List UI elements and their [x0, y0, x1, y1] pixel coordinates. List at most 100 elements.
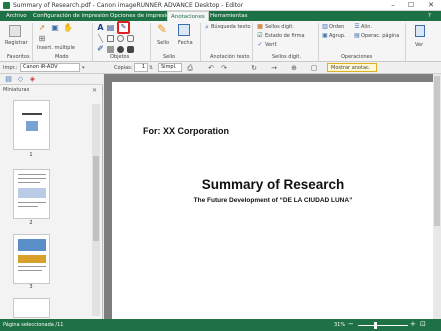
printer-label: Impr.: [3, 65, 18, 71]
window-icon[interactable]: ▢ [310, 64, 318, 72]
rounded-rectangle-icon[interactable] [127, 35, 134, 42]
separator [32, 23, 33, 61]
insert-multiple-button[interactable]: Insert. múltiple [37, 45, 75, 51]
order-icon[interactable]: ▥ [321, 23, 329, 31]
tab-anotaciones[interactable]: Anotaciones [167, 11, 209, 21]
thumbnail-number-1: 1 [29, 152, 33, 158]
ellipse-icon[interactable] [117, 35, 124, 42]
separator [200, 23, 201, 61]
thumbnail-page-1[interactable] [13, 100, 50, 150]
fit-page-icon[interactable]: ⊡ [420, 321, 426, 328]
annotations-tab-icon[interactable]: ◇ [16, 75, 25, 83]
agrup-button[interactable]: Agrup. [329, 33, 346, 39]
operac-pagina-button[interactable]: Operac. página [361, 33, 399, 39]
search-icon[interactable]: ⌕ [203, 23, 211, 31]
tab-archivo[interactable]: Archivo [3, 11, 30, 21]
sellos-digit-button[interactable]: Sellos digit. [265, 24, 294, 30]
close-button[interactable]: ✕ [424, 0, 438, 10]
group-modo-label: Modo [55, 54, 69, 60]
document-title: Summary of Research [201, 177, 345, 192]
alin-button[interactable]: Alin. [361, 24, 372, 30]
ver-button[interactable]: Ver [415, 42, 423, 48]
view-icon[interactable] [415, 25, 425, 37]
thumbnail-page-3[interactable] [13, 234, 50, 284]
zoom-slider-handle[interactable] [374, 322, 377, 329]
print-toolbar: Impr.: Canon iR-ADV ▾ Copias: 1 ⇅ Simpl.… [0, 62, 441, 74]
verify-icon[interactable]: ✓ [256, 41, 264, 49]
register-favorite-icon[interactable] [9, 25, 21, 37]
sello-button[interactable]: Sello [157, 40, 169, 46]
show-annotations-toggle[interactable]: Mostrar anotac. [327, 63, 377, 72]
text-box-icon[interactable]: ▤ [106, 24, 115, 32]
group-sellos-digit-label: Sellos digit. [272, 54, 301, 60]
copies-label: Copias: [114, 65, 133, 71]
app-icon [3, 2, 10, 9]
stamp-icon[interactable]: ✎ [155, 23, 169, 35]
copies-stepper[interactable]: ⇅ [149, 65, 153, 71]
page-info: Página seleccionada /11 [3, 322, 64, 328]
align-icon[interactable]: ☰ [353, 23, 361, 31]
help-icon[interactable]: ? [428, 11, 431, 21]
undo-icon[interactable]: ↶ [207, 64, 215, 72]
tab-configuracion-impresion[interactable]: Configuración de impresión [30, 11, 112, 21]
select-page-icon[interactable]: ▣ [50, 24, 60, 32]
redo-icon[interactable]: ↷ [220, 64, 228, 72]
document-page[interactable]: For: XX Corporation Summary of Research … [112, 82, 434, 319]
maximize-button[interactable]: ☐ [404, 0, 418, 10]
verif-button[interactable]: Verif. [265, 42, 278, 48]
filled-rectangle-icon[interactable] [107, 46, 114, 53]
tab-herramientas[interactable]: Herramientas [207, 11, 250, 21]
line-icon[interactable]: ╲ [96, 35, 105, 43]
zoom-slider[interactable] [358, 325, 408, 326]
printer-select[interactable]: Canon iR-ADV [20, 63, 80, 72]
zoom-out-icon[interactable]: − [348, 321, 354, 328]
thumbnail-page-2[interactable] [13, 169, 50, 219]
sidebar-tabs: ▤ ◇ ◈ [0, 74, 103, 85]
filled-rounded-rectangle-icon[interactable] [127, 46, 134, 53]
rectangle-icon[interactable] [107, 35, 114, 42]
orden-button[interactable]: Orden [329, 24, 344, 30]
pointer-icon[interactable]: ➚ [37, 24, 47, 32]
document-scroll-thumb[interactable] [434, 76, 440, 226]
arrow-right-icon[interactable]: → [270, 64, 278, 72]
zoom-icon[interactable]: ⊕ [290, 64, 298, 72]
sidebar-title: Miniaturas [3, 87, 30, 93]
marker-icon[interactable]: ✐ [96, 45, 105, 53]
zoom-area-icon[interactable]: ⊞ [37, 35, 47, 43]
thumbnail-number-3: 3 [29, 284, 33, 290]
for-line: For: XX Corporation [143, 126, 229, 136]
zoom-level: 31% [334, 322, 346, 328]
zoom-in-icon[interactable]: + [410, 321, 416, 328]
sidebar-close-icon[interactable]: ✕ [92, 87, 97, 94]
minimize-button[interactable]: – [386, 0, 400, 10]
thumbnail-page-4[interactable] [13, 298, 50, 318]
estado-firma-button[interactable]: Estado de firma [265, 33, 305, 39]
group-favoritos-label: Favoritos [7, 54, 30, 60]
rotate-icon[interactable]: ↻ [250, 64, 258, 72]
date-stamp-icon[interactable] [178, 24, 190, 36]
text-icon[interactable]: A [96, 24, 105, 32]
group-icon[interactable]: ▣ [321, 32, 329, 40]
signature-status-icon[interactable]: ☑ [256, 32, 264, 40]
tab-opciones-impresion[interactable]: Opciones de impresión [107, 11, 176, 21]
group-objetos-label: Objetos [110, 54, 130, 60]
registrar-label[interactable]: Registrar [5, 40, 28, 46]
bookmarks-tab-icon[interactable]: ◈ [28, 75, 37, 83]
document-subtitle: The Future Development of “DE LA CIUDAD … [193, 197, 353, 204]
separator [150, 23, 151, 61]
print-mode-select[interactable]: Simpl. [158, 63, 182, 72]
chevron-down-icon[interactable]: ▾ [82, 65, 85, 71]
digital-stamp-icon[interactable]: ▦ [256, 23, 264, 31]
filled-ellipse-icon[interactable] [117, 46, 124, 53]
hand-icon[interactable]: ✋ [63, 24, 73, 32]
busqueda-texto-button[interactable]: Búsqueda texto [211, 24, 250, 30]
page-operation-icon[interactable]: ▤ [353, 32, 361, 40]
group-anotacion-texto-label: Anotación texto [210, 54, 250, 60]
fecha-button[interactable]: Fecha [178, 40, 193, 46]
separator [92, 23, 93, 61]
ribbon-tab-bar: Archivo Configuración de impresión Opcio… [0, 11, 441, 21]
thumbnails-tab-icon[interactable]: ▤ [4, 75, 13, 83]
copies-input[interactable]: 1 [134, 63, 148, 72]
print-icon[interactable]: ⎙ [186, 64, 194, 72]
sidebar-scroll-thumb[interactable] [93, 156, 99, 241]
